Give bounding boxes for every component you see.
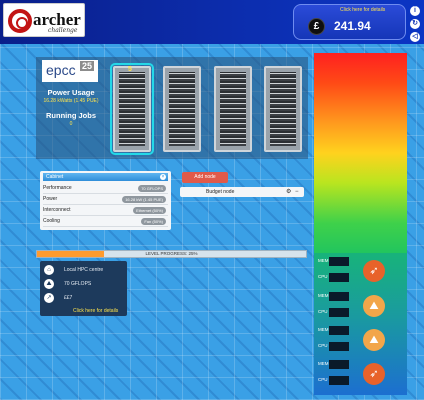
detail-row-value[interactable]: 16.28 kW (1.45 PUE) [122,196,166,203]
detail-row-label: Performance [43,185,72,191]
card-title: Cabinet [46,174,64,180]
info-row: ⌂ Local HPC centre [44,265,124,276]
detail-row-value[interactable]: 70 GFLOPS [138,185,166,192]
rack-tag: 5 [128,66,132,73]
cabinet-detail-card: Cabinet × Performance 70 GFLOPS Power 16… [40,171,171,230]
cpu-bar [329,376,349,385]
server-rack-4[interactable] [264,66,302,152]
detail-row-value[interactable]: Ethernet (50%) [133,207,166,214]
logo-mark [8,9,32,33]
budget-panel[interactable]: Click here for details £ 241.94 [293,4,406,40]
rack-servers [270,72,296,146]
cpu-bar [329,273,349,282]
budget-details-link[interactable]: Click here for details [340,7,385,13]
mem-label: MEM [318,293,329,298]
detail-row: Performance 70 GFLOPS [43,183,168,194]
centre-details-link[interactable]: Click here for details [73,308,118,314]
budget-node-item[interactable]: Budget node ⚙ − [180,187,304,197]
cpu-label: CPU [318,377,328,382]
heat-gauge [314,53,407,253]
mountain-icon[interactable]: ⛰ [363,329,385,351]
rack-servers [119,72,145,146]
card-header: Cabinet × [43,173,168,181]
budget-value: 241.94 [334,19,371,33]
detail-row-value[interactable]: Fan (50%) [141,218,166,225]
running-jobs-value: 0 [69,121,73,127]
server-rack-2[interactable] [163,66,201,152]
detail-row-label: Cooling [43,218,60,224]
epcc-text: epcc [46,62,76,78]
mem-bar [329,257,349,266]
job-item[interactable]: MEM CPU ⛰ [318,292,406,322]
cpu-bar [329,342,349,351]
logo-subtitle: challenge [48,27,78,34]
centre-cost: ££7 [64,295,73,301]
refresh-icon[interactable]: ↻ [410,19,420,29]
rocket-icon[interactable]: ➶ [363,363,385,385]
power-usage-label: Power Usage [47,88,95,97]
pound-icon: £ [308,18,325,35]
cpu-label: CPU [318,343,328,348]
job-item[interactable]: MEM CPU ⛰ [318,326,406,356]
budget-node-label: Budget node [206,189,235,195]
info-row: ⛰ 70 GFLOPS [44,279,124,290]
rack-servers [220,72,246,146]
epcc-logo: epcc 25 [42,60,98,82]
server-rack-1[interactable]: 5 [110,63,154,155]
archer-logo: archer challenge [3,3,85,37]
detail-row-label: Interconnect [43,207,71,213]
mem-bar [329,360,349,369]
detail-row: Cooling Fan (50%) [43,216,168,227]
detail-row-label: Power [43,196,58,202]
progress-label: LEVEL PROGRESS: 25% [145,251,198,256]
cpu-bar [329,308,349,317]
sound-icon[interactable]: ◁ [410,32,420,42]
minus-icon[interactable]: − [295,189,299,195]
centre-performance: 70 GFLOPS [64,281,92,287]
close-icon[interactable]: × [160,174,166,180]
server-rack-3[interactable] [214,66,252,152]
chart-icon: ↗ [44,293,54,303]
mem-label: MEM [318,361,329,366]
centre-info-panel: ⌂ Local HPC centre ⛰ 70 GFLOPS ↗ ££7 Cli… [40,261,127,316]
rack-servers [169,72,195,146]
epcc-number: 25 [80,61,95,71]
detail-row: Power 16.28 kW (1.45 PUE) [43,194,168,205]
machine-panel: epcc 25 Power Usage 16.28 kWatts (1.45 P… [36,57,308,159]
mem-label: MEM [318,258,329,263]
mountain-icon[interactable]: ⛰ [363,295,385,317]
cpu-label: CPU [318,309,328,314]
job-item[interactable]: MEM CPU ➶ [318,257,406,287]
add-node-button[interactable]: Add node [182,172,228,183]
power-usage-value: 16.28 kWatts (1.45 PUE) [43,98,99,104]
mem-bar [329,292,349,301]
running-jobs-label: Running Jobs [46,111,96,120]
level-progress-bar: LEVEL PROGRESS: 25% [36,250,307,258]
mountain-icon: ⛰ [44,279,54,289]
info-row: ↗ ££7 [44,293,124,304]
detail-row: Interconnect Ethernet (50%) [43,205,168,216]
gear-icon[interactable]: ⚙ [286,189,291,195]
mem-bar [329,326,349,335]
centre-name: Local HPC centre [64,267,104,273]
top-bar: archer challenge Click here for details … [0,0,424,44]
rocket-icon[interactable]: ➶ [363,260,385,282]
building-icon: ⌂ [44,265,54,275]
cpu-label: CPU [318,274,328,279]
job-item[interactable]: MEM CPU ➶ [318,360,406,390]
mem-label: MEM [318,327,329,332]
info-icon[interactable]: i [410,6,420,16]
